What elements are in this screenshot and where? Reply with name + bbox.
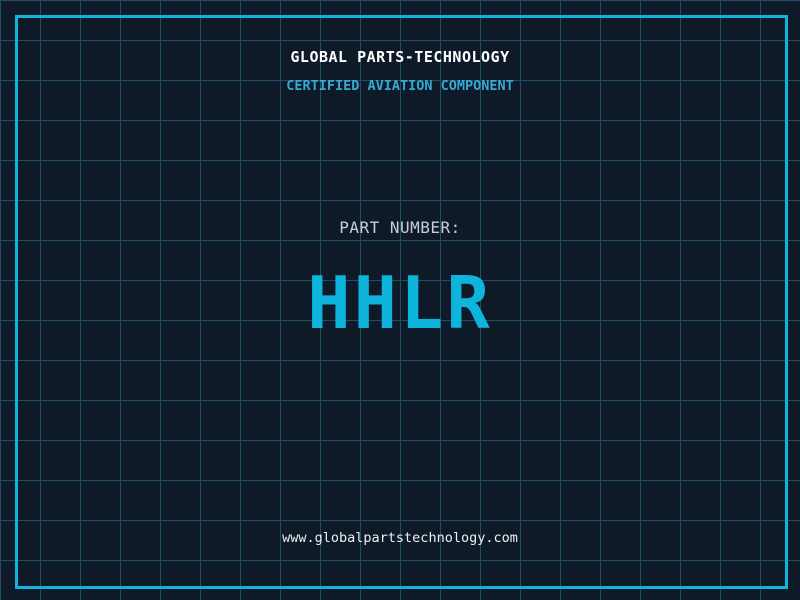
brand-subtitle: CERTIFIED AVIATION COMPONENT <box>286 78 514 94</box>
part-number-label: PART NUMBER: <box>339 218 461 237</box>
placard-screen: GLOBAL PARTS-TECHNOLOGY CERTIFIED AVIATI… <box>0 0 800 600</box>
part-number-value: HHLR <box>307 261 493 345</box>
brand-title: GLOBAL PARTS-TECHNOLOGY <box>290 48 510 66</box>
website-url: www.globalpartstechnology.com <box>282 530 518 546</box>
